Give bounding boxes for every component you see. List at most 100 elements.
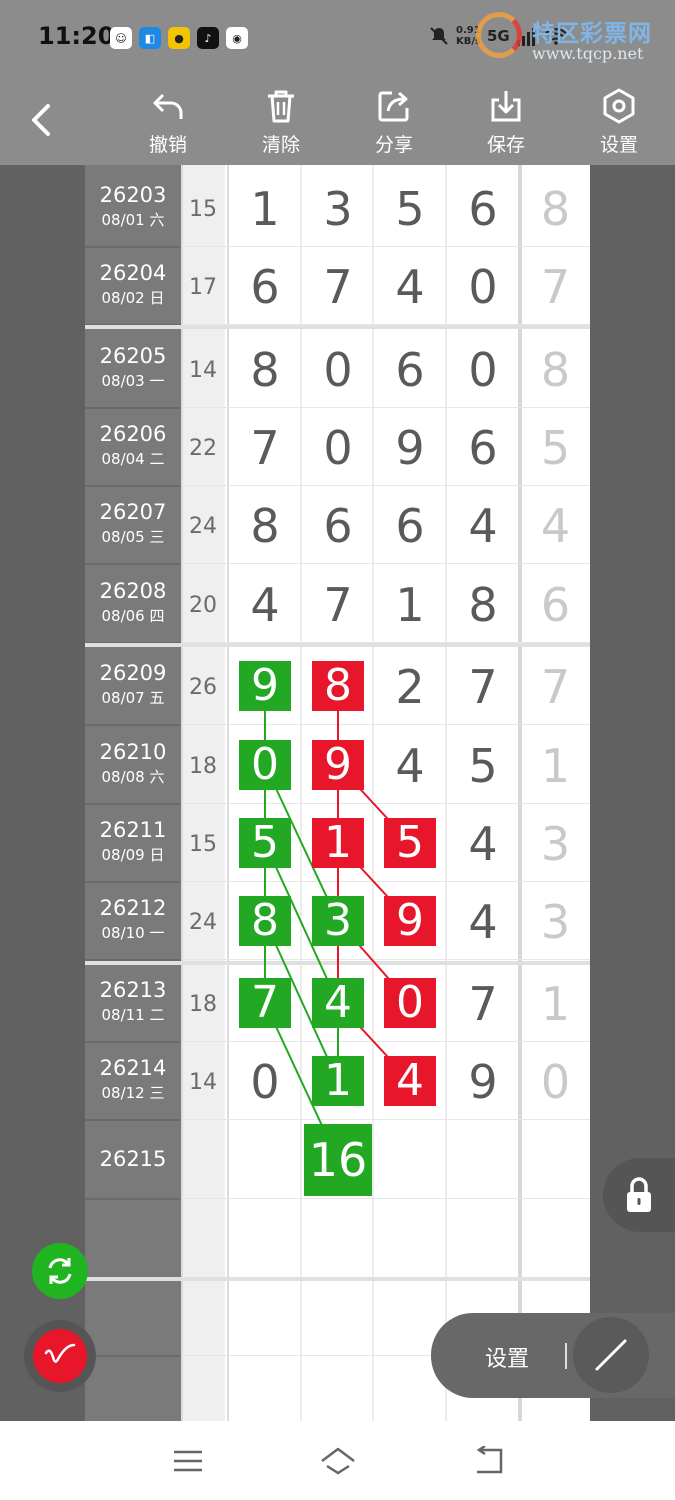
sum-value: 24 [189,514,217,539]
issue-number: 26213 [99,978,167,1002]
watermark: 特区彩票网 www.tqcp.net [474,10,674,70]
sync-button[interactable] [32,1243,88,1299]
trash-icon [268,90,294,123]
undo-button[interactable]: 撤销 [133,86,203,157]
notification-icons: ☺ ◧ ● ♪ ◉ [110,27,248,49]
green-highlight-digit[interactable]: 8 [239,896,291,946]
digit-cell[interactable]: 9 [447,1055,519,1109]
green-highlight-digit[interactable]: 7 [239,978,291,1028]
tail-value: 8 [540,343,571,397]
issue-date: 08/07 五 [101,689,165,707]
red-highlight-digit[interactable]: 9 [384,896,436,946]
digit-cell[interactable]: 4 [374,260,446,314]
digit-cell[interactable]: 6 [302,499,374,553]
nav-home-button[interactable] [318,1443,358,1479]
sum-value: 18 [189,754,217,779]
clear-button[interactable]: 清除 [246,86,316,157]
issue-date: 08/03 一 [101,372,165,390]
green-highlight-digit[interactable]: 9 [239,661,291,711]
digit-cell[interactable]: 5 [447,739,519,793]
issue-number: 26208 [99,579,167,603]
tail-value: 4 [540,499,571,553]
red-highlight-digit[interactable]: 0 [384,978,436,1028]
pen-color-swatch [33,1329,87,1383]
trend-board[interactable]: 26203 08/01 六 15 1 3 5 6 8 26204 08/02 日 17 6 7 4 0 7 26… [85,165,590,1421]
sum-value: 14 [189,1070,217,1095]
issue-date: 08/06 四 [101,607,165,625]
save-label: 保存 [486,134,525,156]
digit-cell[interactable]: 7 [229,421,301,475]
red-highlight-digit[interactable]: 4 [384,1056,436,1106]
green-highlight-digit[interactable]: 0 [239,740,291,790]
issue-number: 26203 [99,183,167,207]
digit-cell[interactable]: 0 [229,1055,301,1109]
nav-menu-button[interactable] [168,1443,208,1479]
digit-cell[interactable]: 6 [229,260,301,314]
sum-value: 15 [189,832,217,857]
digit-cell[interactable]: 7 [447,977,519,1031]
panel-settings-button[interactable]: 设置 [485,1341,529,1373]
digit-cell[interactable]: 6 [374,499,446,553]
return-icon [476,1446,503,1474]
green-highlight-digit[interactable]: 4 [312,978,364,1028]
digit-cell[interactable]: 7 [447,660,519,714]
digit-cell[interactable]: 8 [229,343,301,397]
red-highlight-digit[interactable]: 9 [312,740,364,790]
share-icon [378,91,409,122]
green-highlight-digit[interactable]: 3 [312,896,364,946]
digit-cell[interactable]: 0 [447,343,519,397]
nav-back-button[interactable] [468,1443,508,1479]
digit-cell[interactable]: 9 [374,421,446,475]
share-button[interactable]: 分享 [359,86,429,157]
digit-cell[interactable]: 4 [447,817,519,871]
green-highlight-digit[interactable]: 5 [239,818,291,868]
red-highlight-digit[interactable]: 8 [312,661,364,711]
settings-label: 设置 [599,134,638,156]
status-bar: 11:20 ☺ ◧ ● ♪ ◉ 0.91 KB/s 5G 特区彩票网 www.tq… [0,0,675,78]
tail-value: 8 [540,182,571,236]
digit-cell[interactable]: 8 [447,578,519,632]
digit-cell[interactable]: 5 [374,182,446,236]
draw-row: 26207 08/05 三 24 8 6 6 4 4 [85,486,590,564]
green-highlight-digit[interactable]: 1 [312,1056,364,1106]
settings-button[interactable]: 设置 [584,86,654,157]
red-highlight-digit[interactable]: 1 [312,818,364,868]
line-tool-button[interactable] [573,1317,649,1393]
digit-cell[interactable]: 8 [229,499,301,553]
issue-cell: 26211 08/09 日 [85,804,181,865]
digit-cell[interactable]: 1 [374,578,446,632]
app-notification-icon: ◧ [139,27,161,49]
digit-cell[interactable]: 4 [447,499,519,553]
digit-cell[interactable]: 3 [302,182,374,236]
digit-cell[interactable]: 7 [302,260,374,314]
digit-cell[interactable]: 6 [374,343,446,397]
digit-cell[interactable]: 4 [374,739,446,793]
issue-cell: 26210 08/08 六 [85,726,181,787]
digit-cell[interactable]: 0 [447,260,519,314]
tail-value: 7 [540,660,571,714]
avatar-notification-icon: ☺ [110,27,132,49]
lock-button[interactable] [603,1158,675,1232]
issue-cell: 26207 08/05 三 [85,486,181,547]
digit-cell[interactable]: 6 [447,421,519,475]
prediction-box[interactable]: 16 [304,1124,372,1196]
draw-row: 26205 08/03 一 14 8 0 6 0 8 [85,330,590,408]
issue-cell: 26214 08/12 三 [85,1042,181,1103]
lock-icon [627,1177,651,1212]
digit-cell[interactable]: 7 [302,578,374,632]
save-button[interactable]: 保存 [471,86,541,157]
digit-cell[interactable]: 6 [447,182,519,236]
digit-cell[interactable]: 4 [229,578,301,632]
back-button[interactable] [26,100,66,144]
undo-label: 撤销 [148,134,187,156]
digit-cell[interactable]: 4 [447,895,519,949]
tail-value: 0 [540,1055,571,1109]
digit-cell[interactable]: 2 [374,660,446,714]
red-highlight-digit[interactable]: 5 [384,818,436,868]
pen-color-button[interactable] [24,1320,96,1392]
digit-cell[interactable]: 0 [302,421,374,475]
issue-cell: 26208 08/06 四 [85,565,181,626]
system-nav-bar [0,1421,675,1500]
digit-cell[interactable]: 0 [302,343,374,397]
digit-cell[interactable]: 1 [229,182,301,236]
